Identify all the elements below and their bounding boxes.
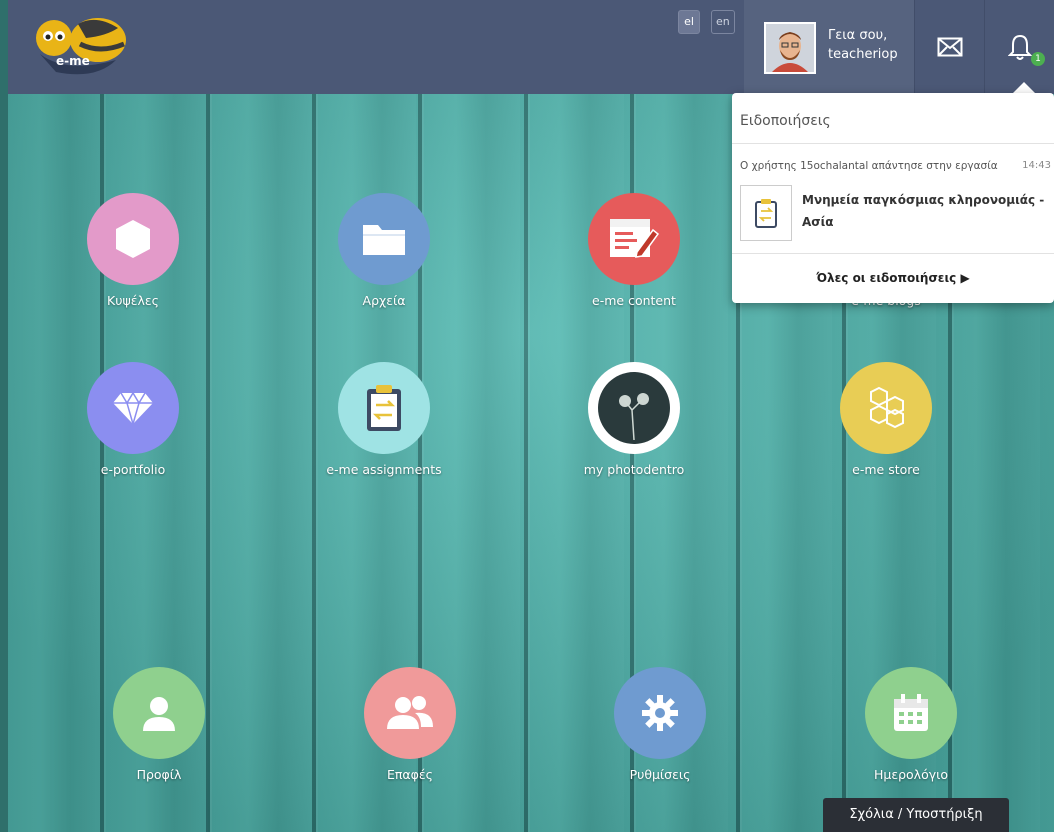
app-label: e-me store (852, 462, 920, 477)
notifications-button[interactable]: 1 (984, 0, 1054, 94)
app-label: e-portfolio (100, 462, 166, 477)
top-bar: e-me el en Γεια σου, teacheriop 1 (8, 0, 1054, 94)
app-settings[interactable]: Ρυθμίσεις (575, 667, 745, 782)
notifications-title: Ειδοποιήσεις (740, 113, 831, 129)
clipboard-icon (740, 185, 792, 241)
app-label: e-me assignments (326, 462, 442, 477)
feedback-support-button[interactable]: Σχόλια / Υποστήριξη (823, 798, 1009, 832)
hexagon-icon (87, 193, 179, 285)
all-notifications-link[interactable]: Όλες οι ειδοποιήσεις ▶ (732, 271, 1054, 285)
messages-button[interactable] (914, 0, 984, 94)
logo-text: e-me (56, 54, 90, 68)
app-label: Ημερολόγιο (873, 767, 948, 782)
divider (732, 253, 1054, 254)
app-files[interactable]: Αρχεία (299, 193, 469, 308)
gear-icon (614, 667, 706, 759)
language-en-button[interactable]: en (711, 10, 735, 34)
app-label: my photodentro (583, 462, 685, 477)
app-label: Ρυθμίσεις (629, 767, 691, 782)
users-icon (364, 667, 456, 759)
clipboard-icon (338, 362, 430, 454)
app-label: Κυψέλες (107, 293, 159, 308)
app-e-portfolio[interactable]: e-portfolio (48, 362, 218, 477)
username: teacheriop (828, 47, 898, 62)
app-profile[interactable]: Προφίλ (74, 667, 244, 782)
divider (732, 143, 1054, 144)
user-icon (113, 667, 205, 759)
app-my-photodentro[interactable]: my photodentro (549, 362, 719, 477)
app-calendar[interactable]: Ημερολόγιο (826, 667, 996, 782)
notification-item-title[interactable]: Μνημεία παγκόσμιας κληρονομιάς - Ασία (802, 189, 1050, 233)
app-label: Προφίλ (136, 767, 182, 782)
left-edge (0, 0, 8, 832)
app-label: Αρχεία (362, 293, 406, 308)
app-label: e-me content (592, 293, 676, 308)
greeting-line-1: Γεια σου, (828, 28, 888, 43)
diamond-icon (87, 362, 179, 454)
app-label: Επαφές (386, 767, 433, 782)
folder-icon (338, 193, 430, 285)
app-e-me-store[interactable]: e-me store (801, 362, 971, 477)
honeycomb-icon (840, 362, 932, 454)
language-el-button[interactable]: el (678, 10, 700, 34)
notifications-dropdown: Ειδοποιήσεις Ο χρήστης 15ochalantal απάν… (732, 93, 1054, 303)
e-me-logo[interactable]: e-me (26, 10, 136, 80)
notification-count-badge: 1 (1031, 52, 1045, 66)
notification-time: 14:43 (1022, 160, 1051, 171)
app-e-me-assignments[interactable]: e-me assignments (299, 362, 469, 477)
notification-text[interactable]: Ο χρήστης 15ochalantal απάντησε στην εργ… (740, 160, 998, 172)
user-menu[interactable]: Γεια σου, teacheriop (744, 0, 914, 94)
greeting: Γεια σου, teacheriop (828, 26, 898, 64)
avatar (764, 22, 816, 74)
photodentro-icon (588, 362, 680, 454)
bell-icon (1007, 34, 1032, 60)
app-e-me-content[interactable]: e-me content (549, 193, 719, 308)
app-kypseles[interactable]: Κυψέλες (48, 193, 218, 308)
app-contacts[interactable]: Επαφές (325, 667, 495, 782)
content-editor-icon (588, 193, 680, 285)
calendar-icon (865, 667, 957, 759)
mail-icon (937, 37, 962, 57)
